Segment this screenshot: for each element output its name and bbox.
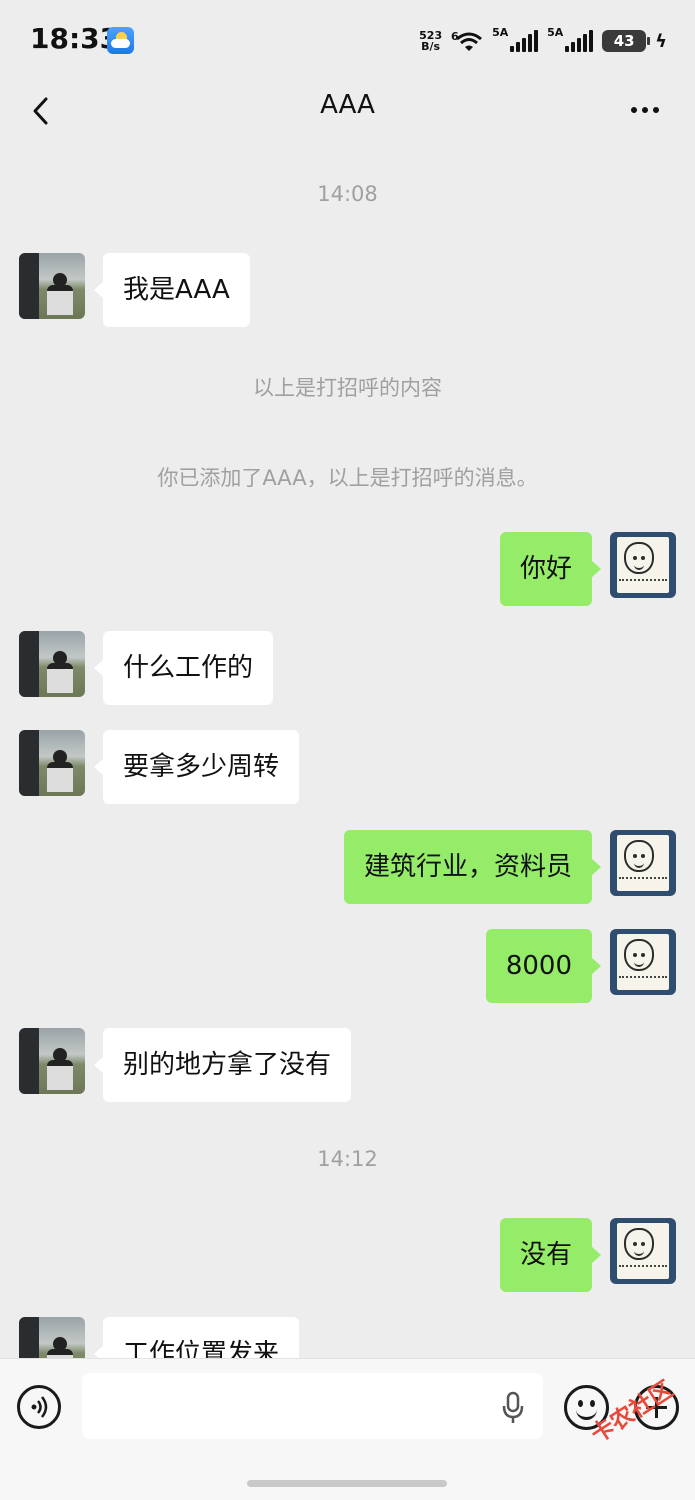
signal-icon: 5A bbox=[492, 26, 539, 52]
avatar-contact[interactable] bbox=[19, 1028, 85, 1094]
network-speed: 523 B/s bbox=[419, 30, 442, 52]
chat-header: AAA bbox=[0, 80, 695, 146]
message-timestamp: 14:12 bbox=[317, 1147, 378, 1171]
avatar-self[interactable] bbox=[610, 830, 676, 896]
system-note: 你已添加了AAA，以上是打招呼的消息。 bbox=[157, 466, 538, 490]
message-bubble-outgoing[interactable]: 没有 bbox=[499, 1218, 602, 1292]
message-bubble-outgoing[interactable]: 8000 bbox=[485, 929, 602, 1003]
signal-1-label: 5A bbox=[492, 26, 509, 39]
message-timestamp: 14:08 bbox=[317, 182, 378, 206]
avatar-contact[interactable] bbox=[19, 253, 85, 319]
message-bubble-outgoing[interactable]: 你好 bbox=[499, 532, 602, 606]
message-input[interactable] bbox=[82, 1373, 543, 1439]
message-bubble-incoming[interactable]: 别的地方拿了没有 bbox=[93, 1028, 352, 1102]
avatar-contact[interactable] bbox=[19, 730, 85, 796]
message-bubble-incoming[interactable]: 工作位置发来 bbox=[93, 1317, 300, 1358]
network-speed-unit: B/s bbox=[421, 40, 441, 53]
home-indicator[interactable] bbox=[247, 1480, 447, 1487]
status-time: 18:33 bbox=[30, 22, 120, 55]
battery-icon: 43 bbox=[602, 30, 651, 52]
system-note: 以上是打招呼的内容 bbox=[253, 376, 442, 400]
signal-icon: 5A bbox=[547, 26, 594, 52]
message-bubble-incoming[interactable]: 什么工作的 bbox=[93, 631, 274, 705]
status-indicators: 523 B/s 6 5A 5A 43 ϟ bbox=[419, 26, 667, 54]
status-bar: 18:33 523 B/s 6 5A 5A 43 ϟ bbox=[0, 0, 695, 80]
message-bubble-outgoing[interactable]: 建筑行业，资料员 bbox=[343, 830, 602, 904]
message-bubble-incoming[interactable]: 我是AAA bbox=[94, 253, 250, 327]
signal-2-label: 5A bbox=[547, 26, 564, 39]
battery-level: 43 bbox=[613, 32, 635, 50]
avatar-contact[interactable] bbox=[19, 631, 85, 697]
message-list[interactable]: 14:08 我是AAA 以上是打招呼的内容 你已添加了AAA，以上是打招呼的消息… bbox=[0, 146, 695, 1358]
chat-title: AAA bbox=[320, 90, 375, 120]
more-icon[interactable] bbox=[631, 100, 663, 120]
wifi-icon: 6 bbox=[451, 30, 483, 51]
weather-icon bbox=[107, 27, 134, 54]
avatar-self[interactable] bbox=[610, 532, 676, 598]
avatar-self[interactable] bbox=[610, 1218, 676, 1284]
avatar-contact[interactable] bbox=[19, 1317, 85, 1358]
mic-icon[interactable] bbox=[502, 1391, 524, 1425]
charging-icon: ϟ bbox=[655, 30, 667, 52]
avatar-self[interactable] bbox=[610, 929, 676, 995]
message-bubble-incoming[interactable]: 要拿多少周转 bbox=[93, 730, 300, 804]
voice-icon[interactable] bbox=[17, 1385, 61, 1429]
